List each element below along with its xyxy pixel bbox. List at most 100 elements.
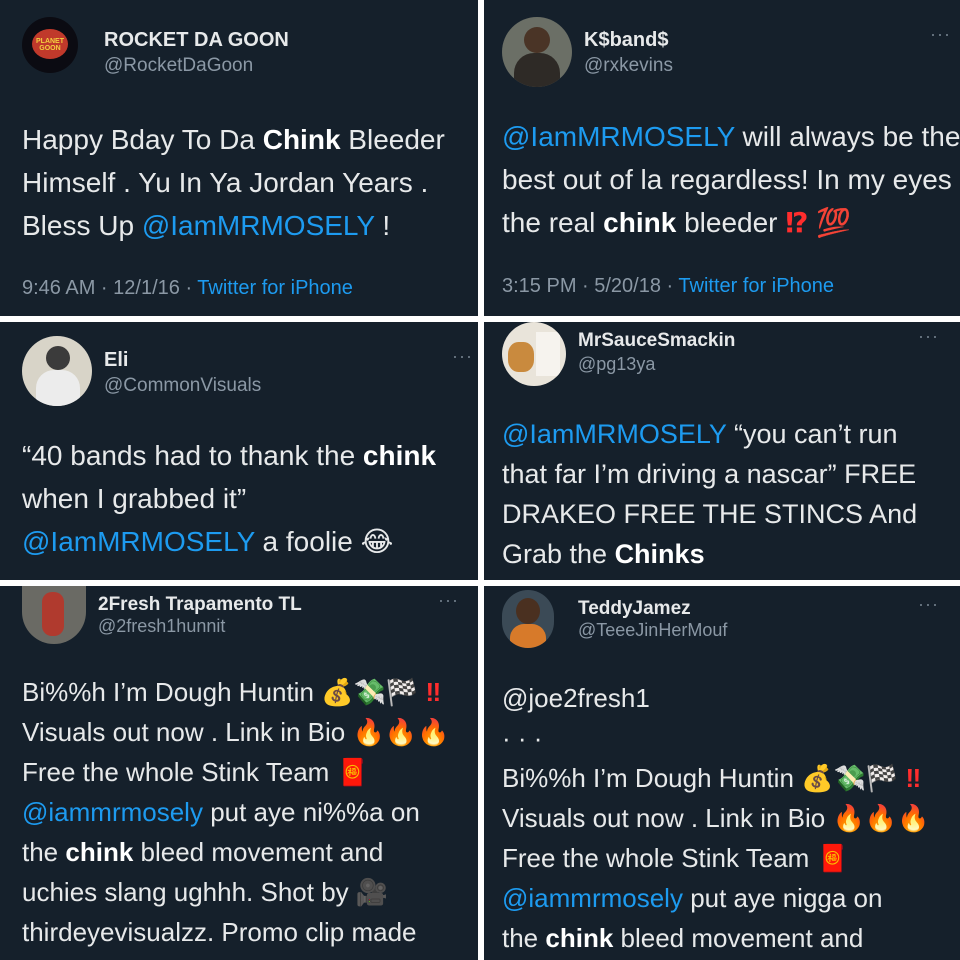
avatar[interactable] bbox=[502, 590, 554, 648]
text-segment: uchies slang ughhh. Shot by 🎥 bbox=[22, 877, 389, 907]
mention-link[interactable]: @IamMRMOSELY bbox=[502, 419, 726, 449]
avatar[interactable] bbox=[22, 336, 92, 406]
tweet-source-link[interactable]: Twitter for iPhone bbox=[197, 277, 353, 299]
avatar[interactable] bbox=[22, 586, 86, 644]
text-segment: Bless Up bbox=[22, 210, 142, 241]
tweet-text-line: Free the whole Stink Team 🧧 bbox=[22, 752, 450, 792]
tweet-text-line: thirdeyevisualzz. Promo clip made bbox=[22, 912, 450, 952]
more-options-icon[interactable]: ··· bbox=[918, 594, 939, 615]
tweet-meta: 3:15 PM · 5/20/18 · Twitter for iPhone bbox=[502, 275, 834, 298]
text-segment: Bleeder bbox=[340, 124, 445, 155]
tweet-text-line: Visuals out now . Link in Bio 🔥🔥🔥 bbox=[22, 712, 450, 752]
text-segment: · · · bbox=[502, 723, 543, 753]
display-name[interactable]: MrSauceSmackin bbox=[578, 330, 735, 352]
tweet-card-pg13ya[interactable]: MrSauceSmackin @pg13ya ··· @IamMRMOSELY … bbox=[484, 322, 960, 580]
more-options-icon[interactable]: ··· bbox=[918, 326, 939, 347]
more-options-icon[interactable]: ··· bbox=[930, 24, 951, 45]
text-segment: bleeder bbox=[676, 207, 786, 238]
bold-word: chink bbox=[65, 837, 134, 867]
tweet-card-commonvisuals[interactable]: Eli @CommonVisuals ··· “40 bands had to … bbox=[0, 322, 478, 580]
tweet-text-line: uchies slang ughhh. Shot by 🎥 bbox=[22, 872, 450, 912]
tweet-text-line: DRAKEO FREE THE STINCS And bbox=[502, 494, 917, 534]
display-name[interactable]: TeddyJamez bbox=[578, 598, 691, 620]
mention-link[interactable]: @iammrmosely bbox=[502, 883, 683, 913]
exclamation-emoji: ⁉ bbox=[785, 207, 809, 238]
tweet-text-line: Himself . Yu In Ya Jordan Years . bbox=[22, 161, 445, 204]
user-handle[interactable]: @pg13ya bbox=[578, 354, 655, 375]
tweet-text-line: when I grabbed it” bbox=[22, 477, 436, 520]
user-handle[interactable]: @TeeeJinHerMouf bbox=[578, 620, 727, 641]
avatar-body bbox=[510, 624, 546, 648]
mention-link[interactable]: @IamMRMOSELY bbox=[22, 526, 255, 557]
text-segment: Free the whole Stink Team 🧧 bbox=[502, 843, 849, 873]
mention-link[interactable]: @IamMRMOSELY bbox=[142, 210, 375, 241]
tweet-source-link[interactable]: Twitter for iPhone bbox=[678, 275, 834, 297]
tweet-text-line: Bless Up @IamMRMOSELY ! bbox=[22, 204, 445, 247]
more-options-icon[interactable]: ··· bbox=[438, 590, 459, 611]
avatar-figure bbox=[46, 346, 70, 370]
tweet-text-line: the real chink bleeder ⁉ 💯 bbox=[502, 201, 960, 244]
user-handle[interactable]: @2fresh1hunnit bbox=[98, 616, 225, 637]
tweet-text: Bi%%h I’m Dough Huntin 💰💸🏁 ‼ Visuals out … bbox=[22, 672, 450, 952]
more-options-icon[interactable]: ··· bbox=[452, 346, 473, 367]
bold-word: Chink bbox=[262, 124, 341, 155]
user-handle[interactable]: @CommonVisuals bbox=[104, 375, 261, 397]
text-segment: a foolie 😂 bbox=[254, 526, 394, 557]
bold-word: chink bbox=[603, 207, 677, 238]
text-segment: the bbox=[502, 923, 546, 953]
text-segment: Himself . Yu In Ya Jordan Years . bbox=[22, 167, 429, 198]
tweet-text-line: @IamMRMOSELY a foolie 😂 bbox=[22, 520, 436, 563]
display-name[interactable]: Eli bbox=[104, 349, 128, 372]
tweet-text: “40 bands had to thank the chink when I g… bbox=[22, 434, 436, 563]
tweet-text: @IamMRMOSELY will always be the best out … bbox=[502, 115, 960, 244]
tweet-text-line: Bi%%h I’m Dough Huntin 💰💸🏁 ‼ bbox=[502, 758, 930, 798]
text-segment: bleed movement and bbox=[133, 837, 384, 867]
user-handle[interactable]: @rxkevins bbox=[584, 55, 673, 77]
text-segment: Visuals out now . Link in Bio 🔥🔥🔥 bbox=[502, 803, 930, 833]
tweet-text-line: @IamMRMOSELY “you can’t run bbox=[502, 414, 917, 454]
text-segment: Bi%%h I’m Dough Huntin 💰💸🏁 bbox=[502, 763, 906, 793]
text-segment: Visuals out now . Link in Bio 🔥🔥🔥 bbox=[22, 717, 450, 747]
text-segment: bleed movement and bbox=[613, 923, 864, 953]
text-segment: Bi%%h I’m Dough Huntin 💰💸🏁 bbox=[22, 677, 426, 707]
display-name[interactable]: ROCKET DA GOON bbox=[104, 29, 289, 52]
tweet-card-rxkevins[interactable]: K$band$ @rxkevins ··· @IamMRMOSELY will … bbox=[484, 0, 960, 316]
text-segment: Happy Bday To Da bbox=[22, 124, 263, 155]
tweet-text-line: Happy Bday To Da Chink Bleeder bbox=[22, 118, 445, 161]
mention-link[interactable]: @iammrmosely bbox=[22, 797, 203, 827]
tweet-text-line: the chink bleed movement and bbox=[22, 832, 450, 872]
text-segment: thirdeyevisualzz. Promo clip made bbox=[22, 917, 417, 947]
tweet-text-line: @IamMRMOSELY will always be the bbox=[502, 115, 960, 158]
text-segment: will always be the bbox=[734, 121, 960, 152]
tweet-text-line: @iammrmosely put aye nigga on bbox=[502, 878, 930, 918]
text-segment: the bbox=[22, 837, 66, 867]
text-segment: ! bbox=[374, 210, 391, 241]
text-segment: DRAKEO FREE THE STINCS And bbox=[502, 499, 918, 529]
tweet-text-line: @iammrmosely put aye ni%%a on bbox=[22, 792, 450, 832]
tweet-timestamp[interactable]: 9:46 AM · 12/1/16 · bbox=[22, 277, 197, 299]
text-segment: put aye nigga on bbox=[682, 883, 883, 913]
mention-link[interactable]: @IamMRMOSELY bbox=[502, 121, 735, 152]
text-segment: the real bbox=[502, 207, 604, 238]
user-handle[interactable]: @RocketDaGoon bbox=[104, 55, 253, 77]
tweet-card-2fresh1hunnit[interactable]: 2Fresh Trapamento TL @2fresh1hunnit ··· … bbox=[0, 586, 478, 960]
exclamation-emoji: ‼ bbox=[905, 763, 922, 793]
avatar-background bbox=[536, 332, 560, 376]
text-segment: “you can’t run bbox=[726, 419, 898, 449]
avatar[interactable] bbox=[502, 17, 572, 87]
tweet-timestamp[interactable]: 3:15 PM · 5/20/18 · bbox=[502, 275, 678, 297]
tweet-text: @IamMRMOSELY “you can’t run that far I’m … bbox=[502, 414, 917, 574]
tweet-text: Happy Bday To Da Chink Bleeder Himself . … bbox=[22, 118, 445, 247]
avatar[interactable]: PLANET GOON bbox=[22, 17, 78, 73]
tweet-card-teeejinhermouf[interactable]: TeddyJamez @TeeeJinHerMouf ··· @joe2fres… bbox=[484, 586, 960, 960]
display-name[interactable]: 2Fresh Trapamento TL bbox=[98, 594, 302, 616]
text-segment: that far I’m driving a nascar” FREE bbox=[502, 459, 917, 489]
avatar-body bbox=[514, 53, 560, 87]
tweet-text-line: Bi%%h I’m Dough Huntin 💰💸🏁 ‼ bbox=[22, 672, 450, 712]
text-segment: Free the whole Stink Team 🧧 bbox=[22, 757, 369, 787]
display-name[interactable]: K$band$ bbox=[584, 29, 668, 52]
tweet-text: @joe2fresh1 · · · Bi%%h I’m Dough Huntin … bbox=[502, 678, 930, 958]
tweet-text-line: Free the whole Stink Team 🧧 bbox=[502, 838, 930, 878]
avatar[interactable] bbox=[502, 322, 566, 386]
tweet-card-rocketdagoon[interactable]: PLANET GOON ROCKET DA GOON @RocketDaGoon… bbox=[0, 0, 478, 316]
